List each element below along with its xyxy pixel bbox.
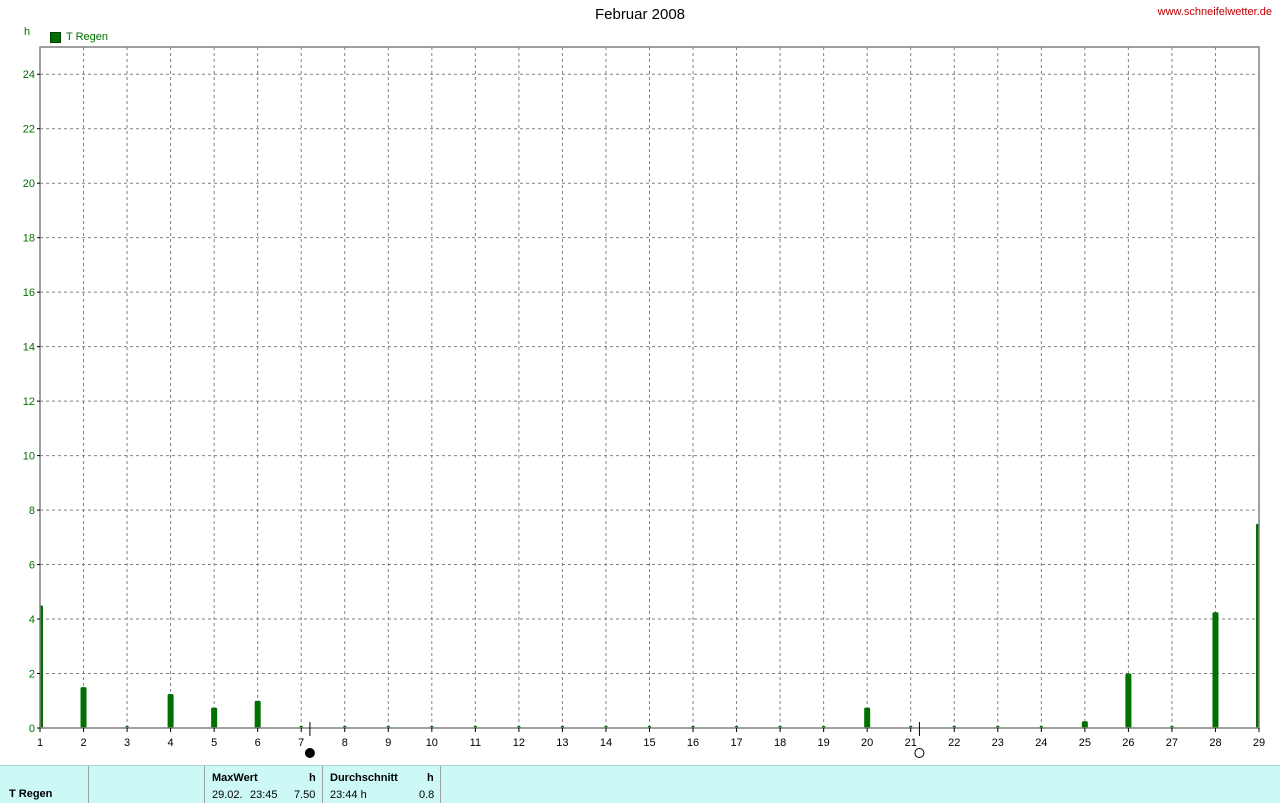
x-tick-label: 25: [1079, 737, 1091, 749]
avg-value: 0.8: [419, 789, 435, 801]
y-tick-label: 4: [29, 614, 35, 626]
x-tick-label: 29: [1253, 737, 1265, 749]
x-tick-label: 26: [1122, 737, 1134, 749]
grid-lines: [40, 47, 1259, 728]
x-tick-label: 21: [905, 737, 917, 749]
max-header: MaxWert: [212, 772, 258, 784]
x-tick-label: 10: [426, 737, 438, 749]
x-tick-label: 13: [556, 737, 568, 749]
bar: [864, 707, 871, 728]
rain-chart: 0246810121416182022241 2 3 4 5 6 7 8 9 10 11 12 13 14…: [23, 46, 1265, 758]
bar: [211, 707, 218, 728]
y-tick-label: 10: [23, 451, 35, 463]
bar: [1081, 721, 1088, 728]
x-tick-label: 2: [80, 737, 86, 749]
x-tick-label: 19: [818, 737, 830, 749]
legend-label: T Regen: [66, 31, 108, 43]
chart-title: Februar 2008: [594, 6, 686, 23]
x-tick-label: 11: [470, 737, 481, 749]
y-tick-label: 16: [23, 287, 35, 299]
footer-empty-cell: [89, 766, 205, 803]
x-tick-label: 17: [730, 737, 742, 749]
bar: [1125, 673, 1132, 728]
bar: [1212, 612, 1219, 728]
x-tick-label: 6: [255, 737, 261, 749]
new-moon-icon: [304, 748, 315, 758]
stats-footer: T Regen MaxWert h 29.02. 23:45 7.50 Durc…: [0, 765, 1280, 803]
x-tick-label: 27: [1166, 737, 1178, 749]
x-tick-label: 3: [124, 737, 130, 749]
max-unit: h: [309, 772, 316, 784]
legend: T Regen: [50, 31, 108, 43]
x-tick-label: 20: [861, 737, 873, 749]
avg-unit: h: [427, 772, 434, 784]
legend-swatch-icon: [50, 31, 61, 43]
x-tick-label: 12: [513, 737, 525, 749]
x-tick-label: 22: [948, 737, 960, 749]
y-tick-label: 6: [29, 560, 35, 572]
y-tick-label: 22: [23, 124, 35, 136]
x-tick-label: 5: [211, 737, 217, 749]
avg-time: 23:44 h: [330, 789, 367, 801]
x-tick-label: 9: [385, 737, 391, 749]
footer-series-name: T Regen: [9, 788, 53, 800]
avg-header: Durchschnitt: [330, 772, 398, 784]
y-tick-label: 2: [29, 669, 35, 681]
y-tick-label: 12: [23, 396, 35, 408]
max-value: 7.50: [294, 789, 316, 801]
x-tick-label: 1: [37, 737, 43, 749]
x-tick-label: 7: [298, 737, 304, 749]
y-tick-label: 8: [29, 505, 35, 517]
max-time: 23:45: [250, 789, 278, 801]
x-tick-label: 8: [342, 737, 348, 749]
max-date: 29.02.: [212, 789, 243, 801]
y-tick-label: 24: [23, 69, 35, 81]
x-tick-label: 23: [992, 737, 1004, 749]
x-tick-label: 24: [1035, 737, 1047, 749]
y-tick-label: 0: [29, 723, 35, 735]
y-tick-label: 14: [23, 342, 35, 354]
full-moon-icon: [914, 748, 925, 758]
x-tick-label: 14: [600, 737, 612, 749]
site-url[interactable]: www.schneifelwetter.de: [1158, 6, 1272, 18]
bar: [167, 693, 174, 728]
axis-labels: 0246810121416182022241 2 3 4 5 6 7 8 9 10 11 12 13 14…: [23, 69, 1265, 749]
bar: [80, 687, 87, 728]
y-tick-label: 20: [23, 178, 35, 190]
x-tick-label: 28: [1209, 737, 1221, 749]
x-tick-label: 15: [643, 737, 655, 749]
y-tick-label: 18: [23, 233, 35, 245]
x-tick-label: 16: [687, 737, 699, 749]
x-tick-label: 4: [168, 737, 174, 749]
x-tick-label: 18: [774, 737, 786, 749]
y-axis-unit: h: [24, 26, 31, 38]
bar: [254, 700, 261, 728]
